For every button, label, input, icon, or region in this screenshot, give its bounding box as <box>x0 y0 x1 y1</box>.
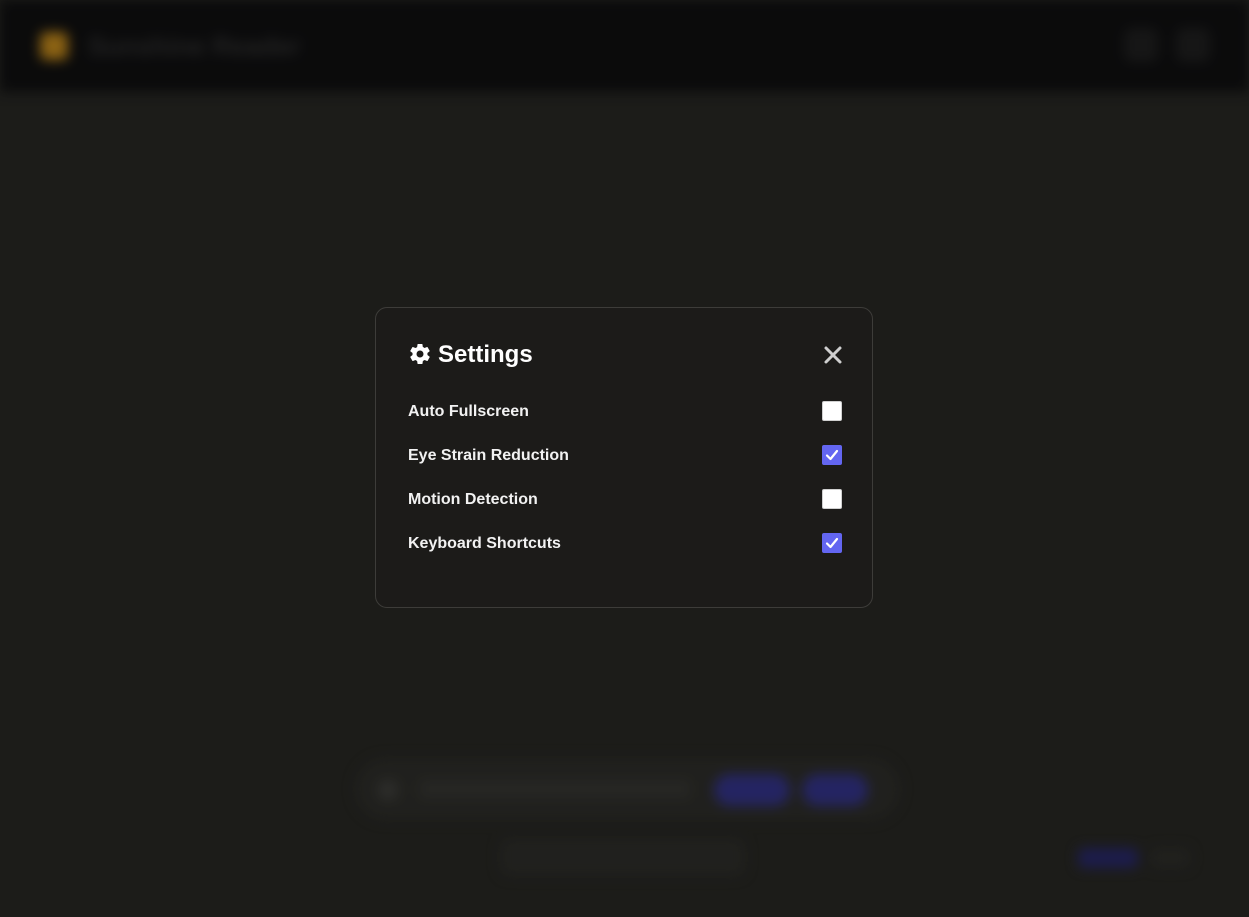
keyboard-shortcuts-checkbox[interactable] <box>822 533 842 553</box>
checkmark-icon <box>825 537 839 549</box>
setting-label: Keyboard Shortcuts <box>408 535 561 552</box>
setting-label: Auto Fullscreen <box>408 403 529 420</box>
close-icon <box>824 346 842 364</box>
motion-detection-checkbox[interactable] <box>822 489 842 509</box>
auto-fullscreen-checkbox[interactable] <box>822 401 842 421</box>
setting-row-auto-fullscreen: Auto Fullscreen <box>408 396 842 440</box>
gear-icon <box>410 344 430 365</box>
checkmark-icon <box>825 449 839 461</box>
setting-row-motion-detection: Motion Detection <box>408 484 842 528</box>
settings-modal: Settings Auto Fullscreen Eye Strain Redu… <box>375 307 873 608</box>
setting-row-eye-strain-reduction: Eye Strain Reduction <box>408 440 842 484</box>
setting-row-keyboard-shortcuts: Keyboard Shortcuts <box>408 528 842 572</box>
settings-list: Auto Fullscreen Eye Strain Reduction Mot… <box>408 396 842 572</box>
close-button[interactable] <box>822 344 844 366</box>
eye-strain-reduction-checkbox[interactable] <box>822 445 842 465</box>
settings-modal-header: Settings <box>408 340 844 370</box>
setting-label: Motion Detection <box>408 491 538 508</box>
settings-title: Settings <box>438 341 533 368</box>
setting-label: Eye Strain Reduction <box>408 447 569 464</box>
page: Sunshine Reader Settings Auto Fullscreen… <box>0 0 1249 917</box>
